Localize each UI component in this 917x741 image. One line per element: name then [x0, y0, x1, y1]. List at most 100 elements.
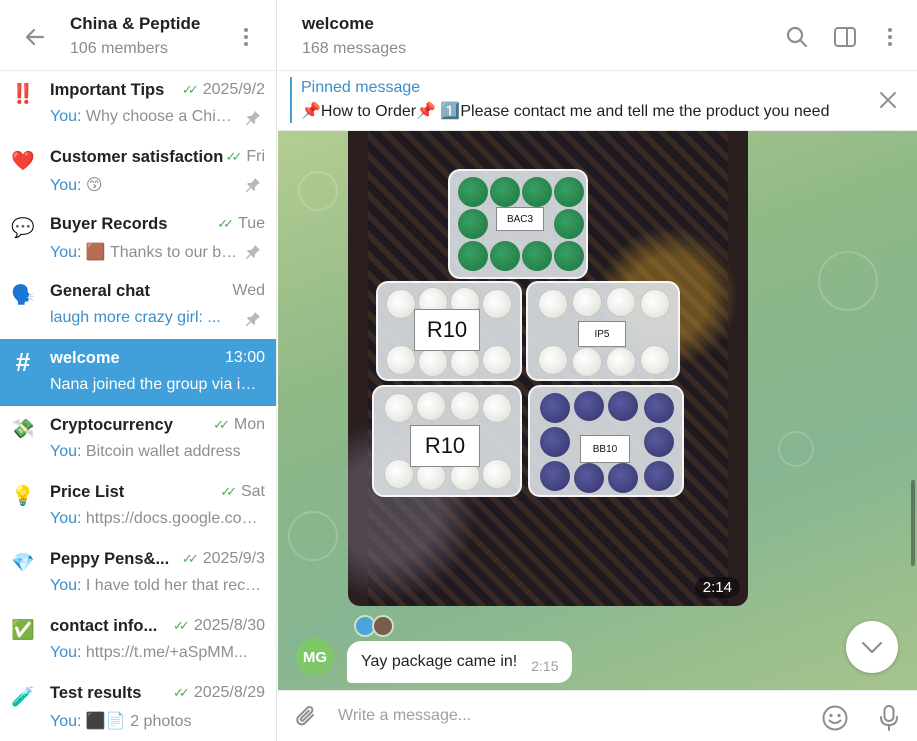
paperclip-icon[interactable] [293, 703, 321, 731]
reaction-avatar [372, 615, 394, 637]
topic-name: contact info... [50, 617, 158, 635]
emoji-icon[interactable] [820, 703, 850, 733]
read-checks-icon: ✓✓ [220, 484, 237, 499]
preview-text: laugh more crazy girl: ... [50, 309, 221, 326]
group-members-count: 106 members [70, 40, 168, 57]
scroll-down-button[interactable] [846, 621, 898, 673]
read-checks-icon: ✓✓ [213, 417, 230, 432]
topic-date-text: Wed [232, 282, 265, 299]
scrollbar[interactable] [911, 480, 915, 566]
topic-item[interactable]: 💸 Cryptocurrency ✓✓ Mon You: Bitcoin wallet … [0, 406, 276, 473]
money-wings-icon: 💸 [11, 419, 35, 440]
preview-sender: You: [50, 644, 82, 661]
vial-box: BAC3 [448, 169, 588, 279]
gem-icon: 💎 [11, 553, 35, 574]
preview-sender: You: [50, 510, 82, 527]
preview-sender: You: [50, 713, 82, 730]
speaking-head-icon: 🗣️ [11, 285, 35, 306]
topic-date: ✓✓ Mon [213, 416, 265, 434]
pin-icon [246, 178, 260, 192]
topic-preview: You: ⬛📄 2 photos [50, 711, 265, 731]
message-composer [278, 690, 917, 741]
topic-date: ✓✓ 2025/9/3 [182, 550, 265, 568]
topics-sidebar: China & Peptide 106 members ‼️ Important … [0, 0, 277, 741]
topic-item[interactable]: 💎 Peppy Pens&... ✓✓ 2025/9/3 You: I have tol… [0, 540, 276, 607]
topic-name: General chat [50, 282, 150, 300]
pin-icon [246, 111, 260, 125]
vial-box: IP5 [526, 281, 680, 381]
topic-name: welcome [50, 349, 120, 367]
microphone-icon[interactable] [876, 703, 902, 733]
topic-date-text: 2025/9/3 [202, 550, 265, 567]
preview-text: 🟫 Thanks to our buyers [85, 244, 240, 261]
preview-text: Bitcoin wallet address [85, 443, 241, 460]
close-icon[interactable] [877, 89, 899, 111]
chat-title: welcome [302, 14, 374, 33]
message-bubble[interactable]: Yay package came in! 2:15 [347, 641, 573, 683]
message-input[interactable] [338, 699, 798, 733]
preview-sender: You: [50, 443, 82, 460]
read-checks-icon: ✓✓ [217, 216, 234, 231]
topic-item[interactable]: # welcome 13:00 Nana joined the group via i… [0, 339, 276, 406]
topic-preview: You: https://t.me/+aSpMM... [50, 644, 265, 662]
message-text: Yay package came in! [361, 653, 518, 670]
chevron-down-icon [861, 641, 883, 654]
photo-message[interactable]: BAC3 R10 IP5 R10 BB10 2:14 [348, 131, 748, 606]
message-timestamp: 2:15 [531, 658, 559, 674]
topic-date: ✓✓ 2025/9/2 [182, 81, 265, 99]
check-mark-icon: ✅ [11, 620, 35, 641]
group-menu-icon[interactable] [236, 24, 256, 50]
topic-date: ✓✓ 2025/8/30 [173, 617, 265, 635]
topic-item[interactable]: ❤️ Customer satisfaction ✓✓ Fri You: 😙 [0, 138, 276, 205]
topic-date: ✓✓ Tue [217, 215, 265, 233]
group-title: China & Peptide [70, 14, 201, 33]
topic-name: Important Tips [50, 81, 165, 99]
topic-item[interactable]: ‼️ Important Tips ✓✓ 2025/9/2 You: Why choos… [0, 71, 276, 138]
topic-date: Wed [232, 282, 265, 300]
wallpaper-doodle [298, 171, 338, 211]
message-area[interactable]: BAC3 R10 IP5 R10 BB10 2:14 MG Yay packag… [278, 131, 917, 690]
read-checks-icon: ✓✓ [225, 149, 243, 164]
pin-icon [246, 245, 260, 259]
pinned-indicator [290, 77, 292, 123]
search-icon[interactable] [784, 24, 810, 50]
preview-text: ⬛📄 2 photos [85, 713, 192, 730]
chat-message-count: 168 messages [302, 40, 407, 57]
wallpaper-doodle [818, 251, 878, 311]
vial-label: BB10 [580, 435, 630, 463]
sidebar-toggle-icon[interactable] [832, 24, 858, 50]
wallpaper-doodle [778, 431, 814, 467]
topic-item[interactable]: ✅ contact info... ✓✓ 2025/8/30 You: https://… [0, 607, 276, 674]
preview-text: Why choose a Chinese supplier [85, 108, 240, 125]
topic-preview: You: 😙 [50, 175, 240, 195]
vial-label: R10 [414, 309, 480, 351]
sidebar-header: China & Peptide 106 members [0, 0, 276, 71]
topic-name: Peppy Pens&... [50, 550, 170, 568]
preview-text: I have told her that received [85, 577, 265, 594]
test-tube-icon: 🧪 [11, 687, 35, 708]
vial-box: R10 [372, 385, 522, 497]
topic-date: 13:00 [225, 349, 265, 367]
read-checks-icon: ✓✓ [181, 82, 199, 97]
back-arrow-icon[interactable] [22, 24, 48, 50]
topic-name: Price List [50, 483, 125, 501]
topic-name: Test results [50, 684, 142, 702]
reactions[interactable] [354, 615, 402, 637]
chat-header[interactable]: welcome 168 messages [278, 0, 917, 71]
read-checks-icon: ✓✓ [173, 618, 190, 633]
topic-preview: You: https://docs.google.com/spreadsheet… [50, 510, 265, 528]
topic-date-text: Fri [246, 148, 265, 165]
chat-menu-icon[interactable] [880, 24, 900, 50]
topic-date-text: Tue [238, 215, 265, 232]
avatar[interactable]: MG [296, 638, 334, 676]
chat-pane: welcome 168 messages Pinned message 📌How… [278, 0, 917, 741]
topic-date: ✓✓ Fri [226, 148, 265, 166]
topic-item[interactable]: 💬 Buyer Records ✓✓ Tue You: 🟫 Thanks to our … [0, 205, 276, 272]
topic-preview: Nana joined the group via invite link [50, 376, 265, 394]
preview-sender: You: [50, 108, 82, 125]
topic-item[interactable]: 💡 Price List ✓✓ Sat You: https://docs.google… [0, 473, 276, 540]
topic-name: Customer satisfaction [50, 148, 224, 166]
topic-item[interactable]: 🗣️ General chat Wed laugh more crazy girl: … [0, 272, 276, 339]
topic-item[interactable]: 🧪 Test results ✓✓ 2025/8/29 You: ⬛📄 2 photos [0, 674, 276, 741]
pinned-message-bar[interactable]: Pinned message 📌How to Order📌 1️⃣Please … [278, 71, 917, 131]
